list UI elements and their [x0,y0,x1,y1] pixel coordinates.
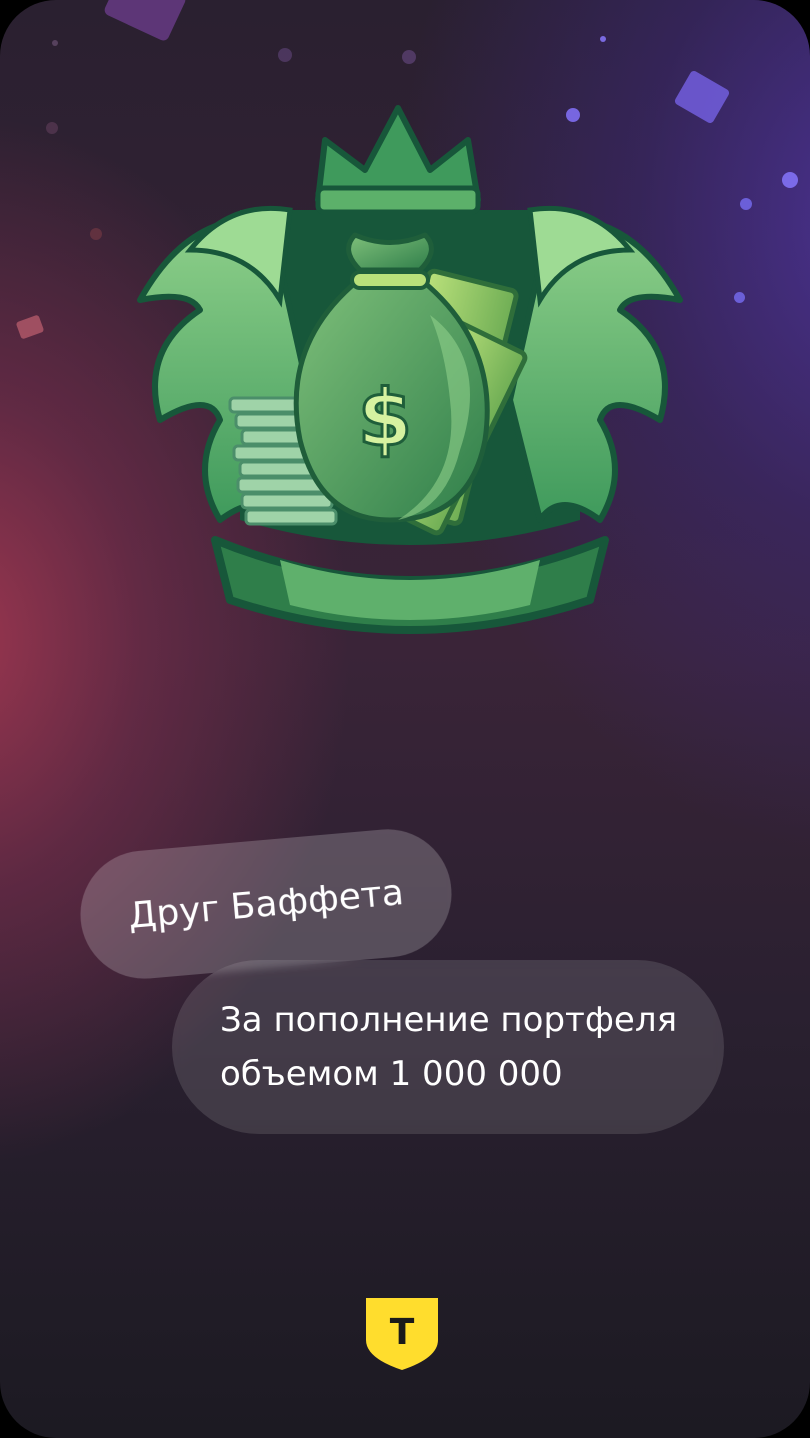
achievement-description-line2: объемом 1 000 000 [220,1054,563,1094]
money-bag-crest-icon: $ [137,105,683,634]
achievement-card: $ Друг Баффета За пополнение портфеля об… [0,0,810,1438]
achievement-description-pill: За пополнение портфеля объемом 1 000 000 [172,960,724,1134]
tbank-logo-icon: Т [366,1298,438,1370]
logo-letter: Т [390,1312,415,1353]
confetti-dot [278,48,292,62]
confetti-dot [52,40,58,46]
confetti-dot [46,122,58,134]
confetti-dot [402,50,416,64]
confetti-dot [90,228,102,240]
confetti-piece [102,0,188,43]
achievement-title: Друг Баффета [126,871,406,937]
confetti-dot [740,198,752,210]
achievement-description-line1: За пополнение портфеля [220,1000,678,1040]
confetti-dot [782,172,798,188]
confetti-piece [15,314,45,340]
dollar-sign: $ [358,374,412,464]
confetti-dot [734,292,745,303]
confetti-dot [600,36,606,42]
